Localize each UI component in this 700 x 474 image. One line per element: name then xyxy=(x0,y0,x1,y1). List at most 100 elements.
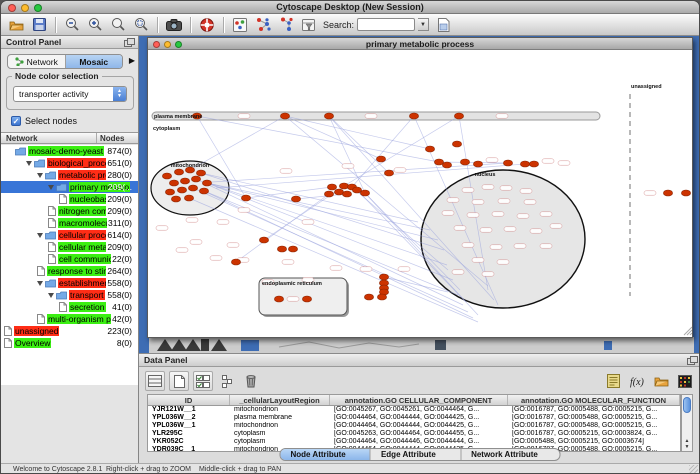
snapshot-camera-icon[interactable] xyxy=(165,16,183,34)
tree-row[interactable]: secretion41(0) xyxy=(1,301,138,313)
graph-node[interactable] xyxy=(663,190,672,196)
column-header[interactable]: _cellularLayoutRegion xyxy=(230,395,330,405)
graph-node[interactable] xyxy=(259,237,268,243)
search-input[interactable] xyxy=(357,18,415,31)
network-window-titlebar[interactable]: primary metabolic process xyxy=(148,38,692,50)
tree-row[interactable]: transport558(0) xyxy=(1,289,138,301)
network-view-window[interactable]: primary metabolic process plasma membran… xyxy=(147,37,693,338)
float-panel-icon[interactable] xyxy=(124,38,133,46)
delete-attribute-icon[interactable] xyxy=(241,371,261,391)
graph-svg[interactable]: plasma membranecytoplasmmitochondrionnuc… xyxy=(148,50,692,337)
graph-node[interactable] xyxy=(454,113,463,119)
minimize-network-icon[interactable] xyxy=(164,41,171,48)
graph-node[interactable] xyxy=(324,113,333,119)
column-header[interactable]: ID xyxy=(148,395,230,405)
import-attributes-icon[interactable] xyxy=(651,371,671,391)
expand-twisty-icon[interactable] xyxy=(48,293,54,298)
table-vertical-scrollbar[interactable]: ▲▼ xyxy=(681,394,693,452)
heatmap-icon[interactable] xyxy=(675,371,695,391)
graph-node[interactable] xyxy=(171,196,180,202)
expand-twisty-icon[interactable] xyxy=(37,173,43,178)
graph-node[interactable] xyxy=(460,159,469,165)
expand-twisty-icon[interactable] xyxy=(37,281,43,286)
graph-node[interactable] xyxy=(280,113,289,119)
color-attribute-dropdown[interactable]: transporter activity ▲▼ xyxy=(13,86,127,102)
graph-node[interactable] xyxy=(288,246,297,252)
search-dropdown-arrow-icon[interactable]: ▼ xyxy=(418,18,429,31)
graph-node[interactable] xyxy=(384,170,393,176)
function-builder-icon[interactable]: f(x) xyxy=(627,371,647,391)
graph-node[interactable] xyxy=(409,113,418,119)
tab-node-attribute-browser[interactable]: Node Attribute Browser xyxy=(281,449,371,460)
graph-node[interactable] xyxy=(291,196,300,202)
tab-edge-attribute-browser[interactable]: Edge Attribute Browser xyxy=(371,449,461,460)
scrollbar-arrows-icon[interactable]: ▲▼ xyxy=(682,438,692,450)
zoom-selected-icon[interactable] xyxy=(109,16,127,34)
column-header[interactable]: annotation.GO CELLULAR_COMPONENT xyxy=(330,395,508,405)
tree-row[interactable]: Overview8(0) xyxy=(1,337,138,349)
table-row[interactable]: YLR295Ccytoplasm[GO:0045263, GO:0044464,… xyxy=(148,430,680,438)
zoom-fit-icon[interactable] xyxy=(132,16,150,34)
graph-node[interactable] xyxy=(241,195,250,201)
graph-node[interactable] xyxy=(196,170,205,176)
graph-node[interactable] xyxy=(503,160,512,166)
tree-row[interactable]: cellular process614(0) xyxy=(1,229,138,241)
graph-node[interactable] xyxy=(681,190,690,196)
graph-node[interactable] xyxy=(379,274,388,280)
save-icon[interactable] xyxy=(30,16,48,34)
graph-node[interactable] xyxy=(188,185,197,191)
tree-row[interactable]: biological_process651(0) xyxy=(1,157,138,169)
table-row[interactable]: YJR121W__1mitochondrion[GO:0045267, GO:0… xyxy=(148,406,680,414)
open-file-icon[interactable] xyxy=(7,16,25,34)
tree-row[interactable]: multi-organism pro42(0) xyxy=(1,313,138,325)
graph-node[interactable] xyxy=(191,176,200,182)
tree-row[interactable]: macromolecule311(0) xyxy=(1,217,138,229)
table-row[interactable]: YPL036W__2plasma membrane[GO:0044464, GO… xyxy=(148,414,680,422)
tree-row[interactable]: cell communicat22(0) xyxy=(1,253,138,265)
graph-node[interactable] xyxy=(442,162,451,168)
close-network-icon[interactable] xyxy=(153,41,160,48)
graph-node[interactable] xyxy=(352,187,361,193)
annotation-network-icon[interactable] xyxy=(254,16,272,34)
graph-node[interactable] xyxy=(184,195,193,201)
graph-node[interactable] xyxy=(174,169,183,175)
tree-row[interactable]: cellular metabo209(0) xyxy=(1,241,138,253)
graph-node[interactable] xyxy=(177,187,186,193)
tree-row[interactable]: unassigned223(0) xyxy=(1,325,138,337)
expand-twisty-icon[interactable] xyxy=(37,233,43,238)
scrollbar-thumb[interactable] xyxy=(683,397,691,413)
tab-overflow-icon[interactable]: ▶ xyxy=(129,56,135,65)
graph-node[interactable] xyxy=(169,180,178,186)
tree-row[interactable]: response to stimulu264(0) xyxy=(1,265,138,277)
network-canvas[interactable]: plasma membranecytoplasmmitochondrionnuc… xyxy=(148,50,692,337)
help-ring-icon[interactable] xyxy=(198,16,216,34)
column-header[interactable]: annotation.GO MOLECULAR_FUNCTION xyxy=(508,395,680,405)
attribute-matrix-icon[interactable] xyxy=(217,371,237,391)
select-attributes-icon[interactable] xyxy=(193,371,213,391)
graph-node[interactable] xyxy=(473,161,482,167)
graph-node[interactable] xyxy=(452,141,461,147)
tree-row[interactable]: mosaic-demo-yeast874(0) xyxy=(1,145,138,157)
graph-node[interactable] xyxy=(529,161,538,167)
attribute-table[interactable]: ID_cellularLayoutRegionannotation.GO CEL… xyxy=(147,394,681,452)
zoom-window-icon[interactable] xyxy=(34,4,42,12)
graph-node[interactable] xyxy=(199,188,208,194)
zoom-in-icon[interactable] xyxy=(86,16,104,34)
vizmapper-icon[interactable] xyxy=(231,16,249,34)
graph-node[interactable] xyxy=(274,296,283,302)
new-attribute-icon[interactable] xyxy=(169,371,189,391)
graph-node[interactable] xyxy=(162,173,171,179)
tree-row[interactable]: establishment of lo558(0) xyxy=(1,277,138,289)
graph-node[interactable] xyxy=(324,191,333,197)
graph-node[interactable] xyxy=(302,296,311,302)
graph-node[interactable] xyxy=(339,183,348,189)
notes-icon[interactable] xyxy=(603,371,623,391)
graph-node[interactable] xyxy=(425,146,434,152)
graph-node[interactable] xyxy=(364,294,373,300)
tab-network-attribute-browser[interactable]: Network Attribute Browser xyxy=(461,449,559,460)
graph-node[interactable] xyxy=(231,259,240,265)
attribute-grid-icon[interactable] xyxy=(145,371,165,391)
graph-node[interactable] xyxy=(180,178,189,184)
search-config-icon[interactable] xyxy=(434,16,452,34)
tree-row[interactable]: nucleobase-209(0) xyxy=(1,193,138,205)
